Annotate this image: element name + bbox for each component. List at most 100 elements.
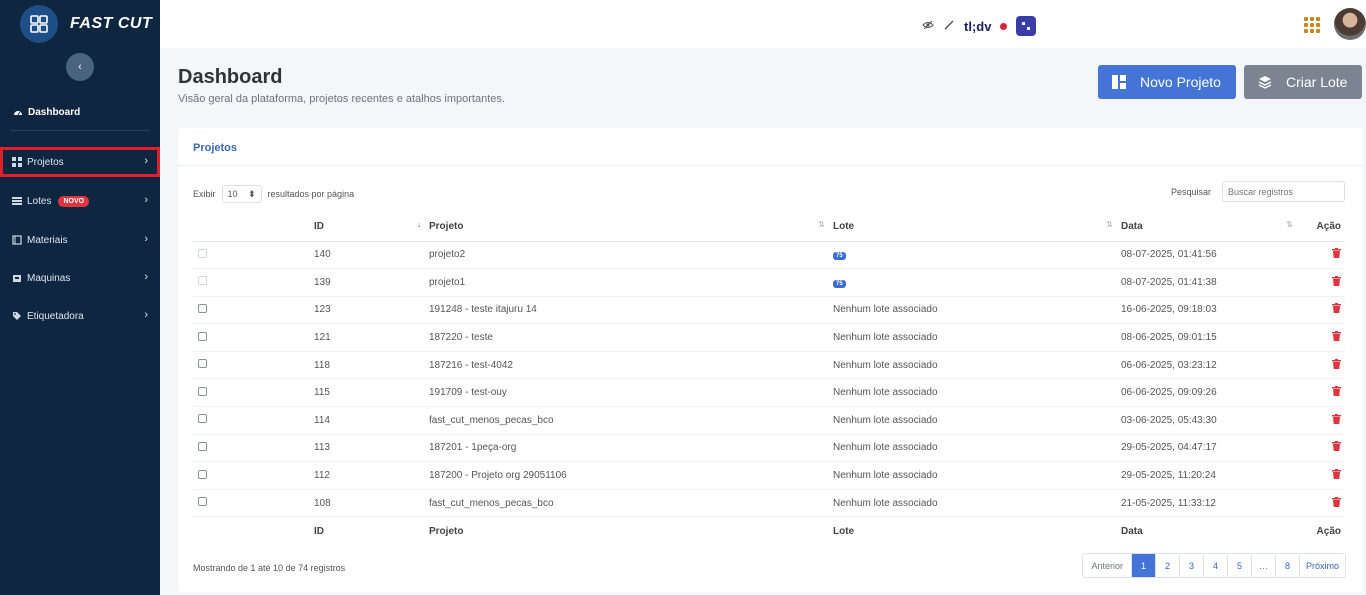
trash-icon[interactable] — [1332, 496, 1341, 507]
table-row[interactable]: 115 191709 - test-ouy Nenhum lote associad… — [193, 378, 1345, 408]
table-row[interactable]: 118 187216 - test-4042 Nenhum lote associa… — [193, 351, 1345, 380]
chevron-right-icon: › — [144, 309, 148, 321]
extension-puzzle-icon[interactable] — [1016, 16, 1037, 36]
new-project-button[interactable]: Novo Projeto — [1098, 65, 1236, 99]
row-checkbox[interactable] — [198, 303, 207, 313]
cell-projeto[interactable]: 187220 - teste — [429, 323, 833, 352]
cell-lote: Nenhum lote associado — [833, 489, 1121, 518]
trash-icon[interactable] — [1332, 303, 1341, 314]
table-row[interactable]: 108 fast_cut_menos_pecas_bco Nenhum lote a… — [193, 489, 1345, 518]
pagination-next-button[interactable]: Próximo — [1298, 554, 1345, 577]
pen-icon[interactable] — [943, 19, 955, 34]
cell-projeto[interactable]: fast_cut_menos_pecas_bco — [429, 489, 833, 518]
row-checkbox[interactable] — [198, 441, 207, 451]
page-length-select[interactable]: 10 ⬍ — [221, 185, 262, 203]
column-header-projeto[interactable]: Projeto ⇅ — [429, 213, 833, 242]
trash-icon[interactable] — [1332, 275, 1341, 286]
search-label: Pesquisar — [1171, 187, 1212, 197]
cell-acao — [1301, 296, 1345, 325]
row-checkbox[interactable] — [198, 331, 207, 341]
cell-projeto[interactable]: 187200 - Projeto org 29051106 — [429, 461, 833, 490]
search-input[interactable] — [1222, 181, 1345, 202]
row-checkbox[interactable] — [198, 469, 207, 479]
record-indicator-icon — [1000, 22, 1008, 30]
lote-text: Nenhum lote associado — [833, 359, 938, 371]
cell-id: 115 — [314, 378, 429, 408]
trash-icon[interactable] — [1332, 441, 1341, 452]
select-caret-icon: ⬍ — [247, 188, 256, 199]
table-header-row: ID ↓ Projeto ⇅ Lote ⇅ Data ⇅ Ação — [193, 213, 1345, 242]
projects-card: Projetos Exibir 10 ⬍ resultados por pági… — [178, 128, 1362, 592]
trash-icon[interactable] — [1332, 358, 1341, 369]
trash-icon[interactable] — [1332, 331, 1341, 342]
trash-icon[interactable] — [1332, 386, 1341, 397]
lote-text: Nenhum lote associado — [833, 387, 938, 399]
sidebar-item-maquinas[interactable]: Maquinas › — [0, 263, 160, 293]
cell-acao — [1301, 241, 1345, 270]
row-checkbox[interactable] — [198, 414, 207, 424]
sidebar-item-lotes[interactable]: Lotes NOVO › — [0, 186, 160, 216]
grid-icon — [12, 157, 22, 167]
pagination-page-1[interactable]: 1 — [1130, 554, 1155, 577]
table-row[interactable]: 112 187200 - Projeto org 29051106 Nenhum l… — [193, 461, 1345, 490]
column-header-data[interactable]: Data ⇅ — [1121, 213, 1301, 242]
cell-acao — [1301, 351, 1345, 380]
row-checkbox[interactable] — [198, 359, 207, 369]
sort-icon: ⇅ — [1286, 220, 1293, 229]
trash-icon[interactable] — [1332, 248, 1341, 259]
sidebar-item-projetos[interactable]: Projetos › — [0, 147, 160, 177]
chevron-right-icon: › — [144, 271, 148, 283]
row-checkbox[interactable] — [198, 386, 207, 396]
cell-projeto[interactable]: 187201 - 1peça-org — [429, 434, 833, 463]
cell-id: 114 — [314, 406, 429, 435]
lote-badge[interactable]: 75 — [833, 252, 846, 261]
new-project-label: Novo Projeto — [1140, 74, 1221, 90]
sort-icon: ⇅ — [1106, 220, 1113, 229]
cell-acao — [1301, 323, 1345, 352]
pagination-ellipsis: … — [1250, 554, 1275, 577]
trash-icon[interactable] — [1332, 413, 1341, 424]
cell-projeto[interactable]: projeto1 — [429, 268, 833, 297]
lote-text: Nenhum lote associado — [833, 470, 938, 482]
cell-projeto[interactable]: projeto2 — [429, 241, 833, 270]
cell-acao — [1301, 434, 1345, 463]
apps-grid-icon[interactable] — [1304, 17, 1320, 33]
pagination-prev-button[interactable]: Anterior — [1083, 554, 1131, 577]
row-checkbox[interactable] — [198, 497, 207, 507]
user-avatar[interactable] — [1334, 8, 1366, 40]
table-row[interactable]: 140 projeto2 75 08-07-2025, 01:41:56 — [193, 241, 1345, 270]
table-row[interactable]: 114 fast_cut_menos_pecas_bco Nenhum lote a… — [193, 406, 1345, 435]
table-info: Mostrando de 1 até 10 de 74 registros — [193, 563, 346, 573]
table-row[interactable]: 139 projeto1 75 08-07-2025, 01:41:38 — [193, 268, 1345, 297]
pagination-page-4[interactable]: 4 — [1202, 554, 1227, 577]
pagination-page-8[interactable]: 8 — [1274, 554, 1299, 577]
cell-projeto[interactable]: 191709 - test-ouy — [429, 378, 833, 408]
cell-lote: Nenhum lote associado — [833, 351, 1121, 380]
cell-lote: Nenhum lote associado — [833, 461, 1121, 490]
table-row[interactable]: 123 191248 - teste itajuru 14 Nenhum lote … — [193, 296, 1345, 325]
chevron-right-icon: › — [144, 233, 148, 245]
new-badge: NOVO — [58, 195, 90, 207]
eye-off-icon[interactable] — [922, 19, 934, 34]
create-lot-button[interactable]: Criar Lote — [1244, 65, 1362, 99]
cell-projeto[interactable]: 187216 - test-4042 — [429, 351, 833, 380]
column-header-id[interactable]: ID ↓ — [314, 213, 429, 242]
sidebar-item-dashboard[interactable]: Dashboard — [0, 98, 160, 126]
table-row[interactable]: 121 187220 - teste Nenhum lote associado 08… — [193, 323, 1345, 352]
column-header-lote[interactable]: Lote ⇅ — [833, 213, 1121, 242]
lote-badge[interactable]: 75 — [833, 279, 846, 288]
pagination-page-2[interactable]: 2 — [1154, 554, 1179, 577]
pagination-page-3[interactable]: 3 — [1178, 554, 1203, 577]
sidebar-item-etiquetadora[interactable]: Etiquetadora › — [0, 301, 160, 331]
table-row[interactable]: 113 187201 - 1peça-org Nenhum lote associa… — [193, 434, 1345, 463]
tldv-extension[interactable]: tl;dv — [964, 19, 991, 34]
cell-projeto[interactable]: 191248 - teste itajuru 14 — [429, 296, 833, 325]
sidebar-item-materiais[interactable]: Materiais › — [0, 225, 160, 255]
sidebar-collapse-button[interactable]: ‹ — [66, 53, 94, 81]
brand[interactable]: FAST CUT — [0, 0, 160, 48]
trash-icon[interactable] — [1332, 469, 1341, 480]
cell-projeto[interactable]: fast_cut_menos_pecas_bco — [429, 406, 833, 435]
pagination-page-5[interactable]: 5 — [1226, 554, 1251, 577]
row-checkbox — [198, 276, 207, 286]
cell-acao — [1301, 406, 1345, 435]
